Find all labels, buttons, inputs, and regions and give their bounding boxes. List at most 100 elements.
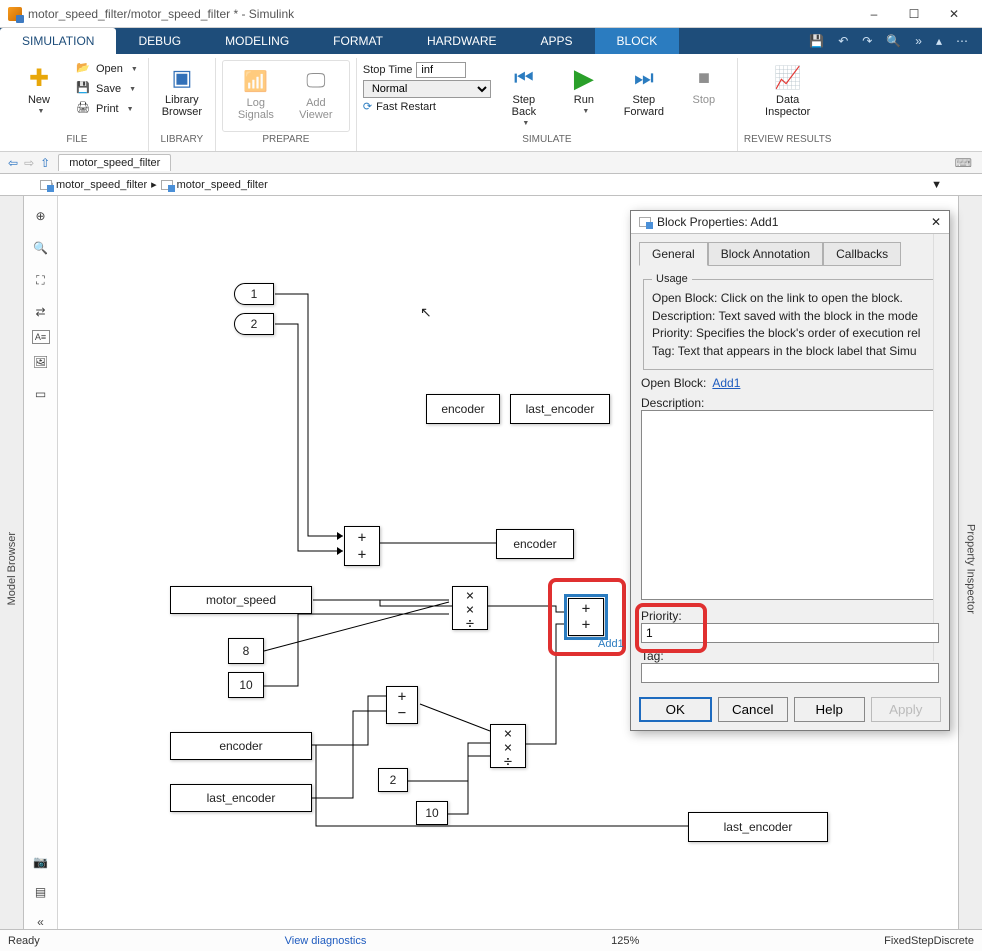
add-block[interactable]: ++: [344, 526, 380, 566]
goto-last-encoder[interactable]: last_encoder: [510, 394, 610, 424]
open-button[interactable]: 📂 Open▼: [72, 60, 142, 78]
dialog-tab-callbacks[interactable]: Callbacks: [823, 242, 901, 266]
product2-block[interactable]: ××÷: [490, 724, 526, 768]
tab-modeling[interactable]: MODELING: [203, 28, 311, 54]
ok-button[interactable]: OK: [639, 697, 712, 722]
run-button[interactable]: ▶ Run▼: [557, 60, 611, 119]
simulate-group-label: SIMULATE: [522, 132, 571, 149]
menu-icon[interactable]: ⋯: [952, 32, 972, 50]
quick-access-toolbar: 💾 ↶ ↷ 🔍 » ▴ ⋯: [795, 28, 982, 54]
screenshot-icon[interactable]: 📷: [27, 848, 55, 876]
step-forward-icon: ⏭: [630, 64, 658, 92]
const-10a[interactable]: 10: [228, 672, 264, 698]
new-button[interactable]: ✚ New ▼: [12, 60, 66, 119]
goto-encoder[interactable]: encoder: [426, 394, 500, 424]
zoom-icon[interactable]: 🔍: [27, 234, 55, 262]
minimize-button[interactable]: –: [854, 2, 894, 26]
image-icon[interactable]: 🖼: [27, 348, 55, 376]
open-block-link[interactable]: Add1: [712, 376, 740, 390]
property-inspector-panel-tab[interactable]: Property Inspector: [958, 196, 982, 942]
description-label: Description:: [641, 396, 704, 410]
fast-restart-button[interactable]: ⟳ Fast Restart: [363, 100, 491, 113]
usage-line-2: Description: Text saved with the block i…: [652, 309, 928, 325]
status-ready: Ready: [8, 935, 40, 947]
undo-icon[interactable]: ↶: [834, 32, 852, 50]
area-icon[interactable]: ▭: [27, 380, 55, 408]
nav-up-icon[interactable]: ⇧: [40, 156, 50, 170]
dialog-close-icon[interactable]: ✕: [931, 215, 941, 229]
breadcrumb: ◎ motor_speed_filter ▸ motor_speed_filte…: [0, 174, 982, 196]
tab-apps[interactable]: APPS: [519, 28, 595, 54]
keyboard-icon[interactable]: ⌨: [945, 156, 982, 170]
inport-1[interactable]: 1: [234, 283, 274, 305]
from-encoder[interactable]: encoder: [170, 732, 312, 760]
file-group-label: FILE: [66, 132, 87, 149]
tab-hardware[interactable]: HARDWARE: [405, 28, 519, 54]
from-motor-speed[interactable]: motor_speed: [170, 586, 312, 614]
save-icon[interactable]: 💾: [805, 32, 828, 50]
collapse-ribbon-icon[interactable]: ▴: [932, 32, 946, 50]
inport-2[interactable]: 2: [234, 313, 274, 335]
record-icon[interactable]: ▤: [27, 878, 55, 906]
fit-to-view-icon[interactable]: ⊕: [27, 202, 55, 230]
view-diagnostics-link[interactable]: View diagnostics: [285, 935, 367, 947]
nav-forward-icon[interactable]: ⇨: [24, 156, 34, 170]
cancel-button[interactable]: Cancel: [718, 697, 789, 722]
dialog-scrollbar[interactable]: [933, 234, 949, 661]
step-forward-button[interactable]: ⏭ Step Forward: [617, 60, 671, 122]
maximize-button[interactable]: ☐: [894, 2, 934, 26]
product-block[interactable]: ××÷: [452, 586, 488, 630]
dialog-tab-general[interactable]: General: [639, 242, 708, 266]
breadcrumb-root[interactable]: motor_speed_filter: [56, 179, 147, 191]
datastore-last-encoder[interactable]: last_encoder: [688, 812, 828, 842]
const-10b[interactable]: 10: [416, 801, 448, 825]
help-button[interactable]: Help: [794, 697, 865, 722]
model-icon: [40, 180, 52, 190]
add1-block[interactable]: ++: [568, 598, 604, 636]
apply-button[interactable]: Apply: [871, 697, 942, 722]
statusbar: Ready View diagnostics 125% FixedStepDis…: [0, 929, 982, 951]
redo-icon[interactable]: ↷: [858, 32, 876, 50]
const-8[interactable]: 8: [228, 638, 264, 664]
log-signals-button[interactable]: 📶 Log Signals: [229, 63, 283, 125]
more-icon[interactable]: »: [911, 32, 926, 50]
block-properties-dialog: Block Properties: Add1 ✕ General Block A…: [630, 210, 950, 731]
fit-icon[interactable]: ⛶: [27, 266, 55, 294]
description-textarea[interactable]: [641, 410, 939, 600]
data-inspector-button[interactable]: 📈 Data Inspector: [761, 60, 815, 122]
zoom-level[interactable]: 125%: [611, 935, 639, 947]
tag-input[interactable]: [641, 663, 939, 683]
const-2[interactable]: 2: [378, 768, 408, 792]
nav-back-icon[interactable]: ⇦: [8, 156, 18, 170]
priority-input[interactable]: [641, 623, 939, 643]
prepare-group-label: PREPARE: [262, 132, 309, 149]
add-viewer-button[interactable]: 🖵 Add Viewer: [289, 63, 343, 125]
subtract-block[interactable]: +−: [386, 686, 418, 724]
from-last-encoder[interactable]: last_encoder: [170, 784, 312, 812]
annotation-icon[interactable]: A≡: [32, 330, 50, 344]
tab-debug[interactable]: DEBUG: [116, 28, 203, 54]
dialog-tab-annotation[interactable]: Block Annotation: [708, 242, 823, 266]
model-browser-panel-tab[interactable]: Model Browser: [0, 196, 24, 942]
datastore-encoder[interactable]: encoder: [496, 529, 574, 559]
model-tab[interactable]: motor_speed_filter: [58, 154, 171, 171]
tab-simulation[interactable]: SIMULATION: [0, 28, 116, 54]
dialog-icon: [639, 217, 651, 227]
save-button[interactable]: 💾 Save▼: [72, 80, 142, 98]
step-back-button[interactable]: ⏮ Step Back▼: [497, 60, 551, 131]
tab-block[interactable]: BLOCK: [595, 28, 680, 54]
sim-mode-select[interactable]: Normal: [363, 80, 491, 98]
breadcrumb-sub[interactable]: motor_speed_filter: [177, 179, 268, 191]
breadcrumb-dropdown-icon[interactable]: ▼: [931, 179, 942, 191]
stoptime-input[interactable]: [416, 62, 466, 78]
stop-button[interactable]: ■ Stop: [677, 60, 731, 110]
titlebar: motor_speed_filter/motor_speed_filter * …: [0, 0, 982, 28]
solver-label[interactable]: FixedStepDiscrete: [884, 935, 974, 947]
ribbon: ✚ New ▼ 📂 Open▼ 💾 Save▼ 🖨 Print▼ FILE: [0, 54, 982, 152]
print-button[interactable]: 🖨 Print▼: [72, 100, 142, 118]
search-icon[interactable]: 🔍: [882, 32, 905, 50]
library-browser-button[interactable]: ▣ Library Browser: [155, 60, 209, 122]
tab-format[interactable]: FORMAT: [311, 28, 405, 54]
toggle-sample-time-icon[interactable]: ⇄: [27, 298, 55, 326]
close-button[interactable]: ✕: [934, 2, 974, 26]
